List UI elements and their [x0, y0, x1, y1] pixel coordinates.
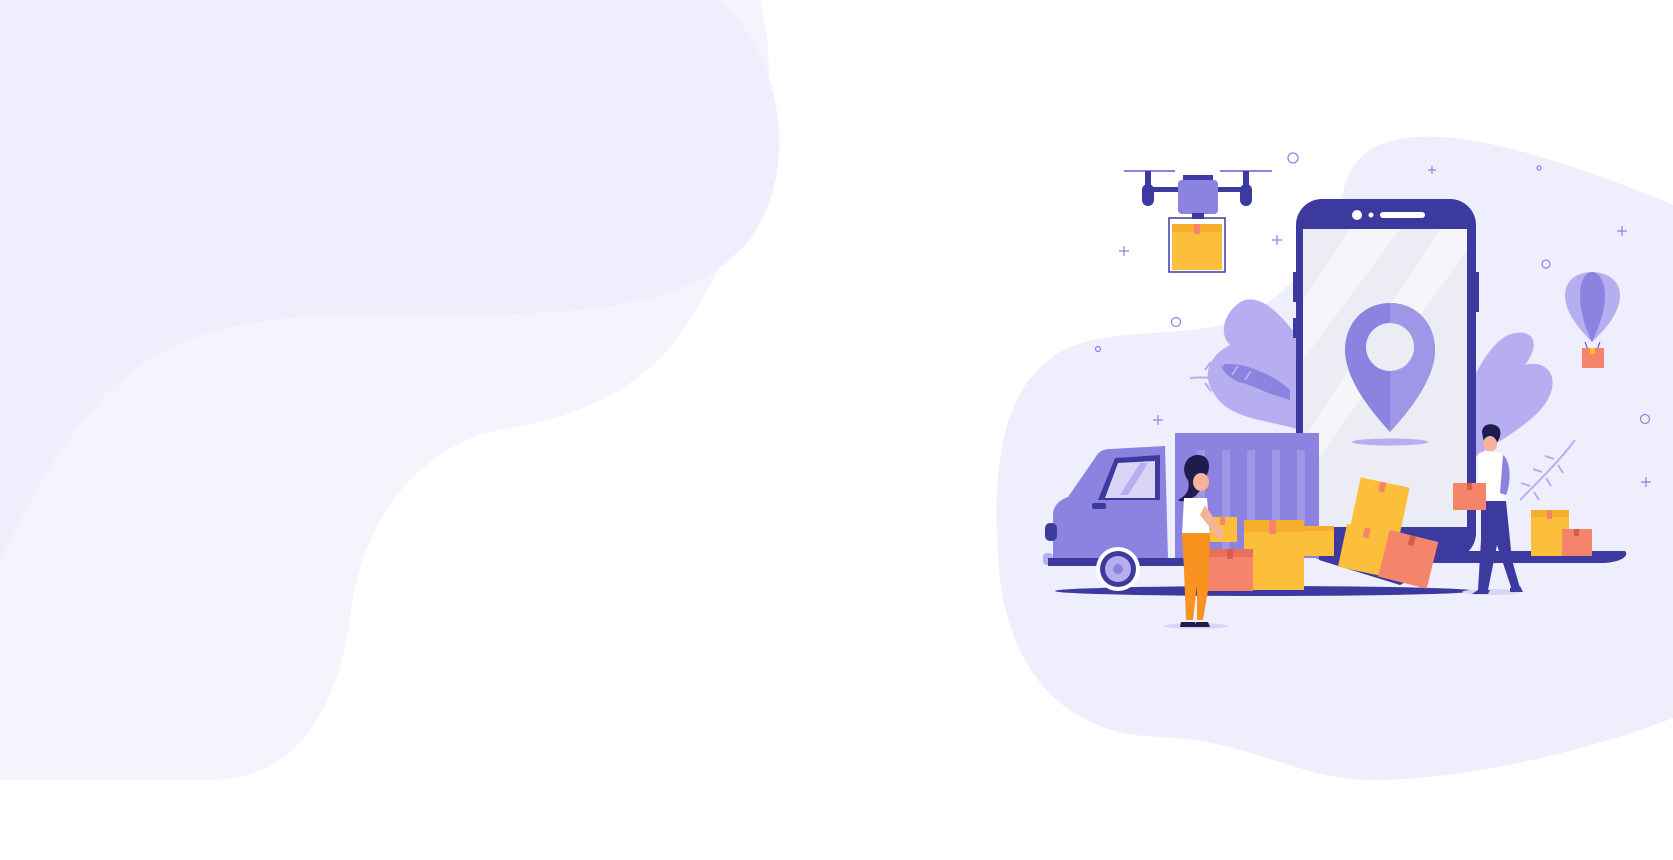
- delivery-illustration: [996, 136, 1673, 781]
- package-box-icon: [1168, 217, 1226, 273]
- drone-icon: [1124, 170, 1272, 219]
- landing-hero-background: [0, 0, 1673, 860]
